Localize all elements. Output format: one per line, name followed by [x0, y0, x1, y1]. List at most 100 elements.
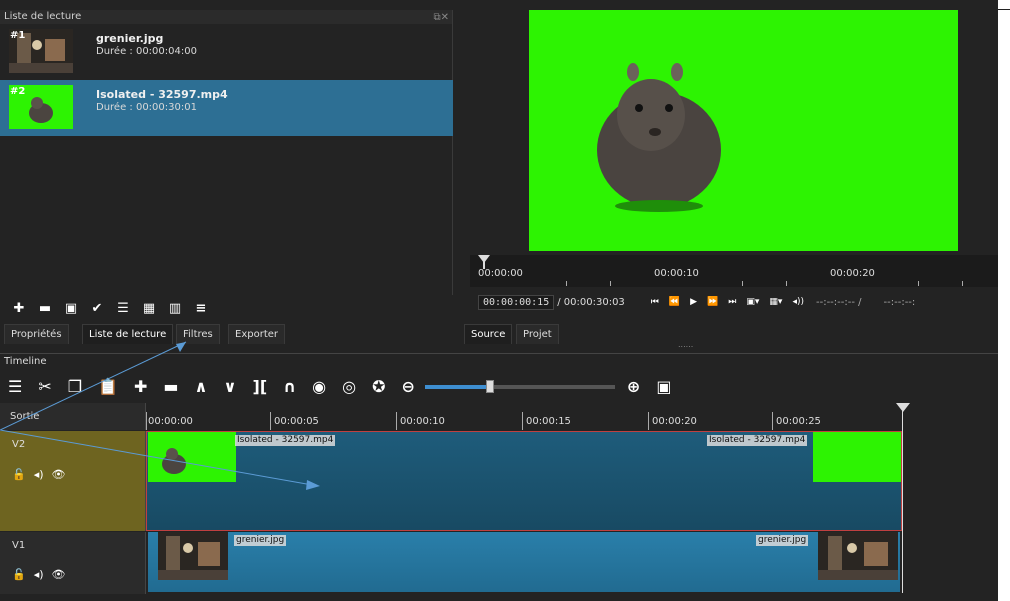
- playlist-item-number: #1: [10, 30, 26, 41]
- viewer-tabs: Source Projet ......: [460, 322, 998, 349]
- output-label: Sortie: [10, 411, 40, 422]
- viewer-controls: 00:00:00:15 / 00:00:30:03 ⏮ ⏪ ▶ ⏩ ⏭ ▣▾ ▦…: [470, 290, 998, 314]
- playlist-item-duration: Durée : 00:00:30:01: [96, 102, 197, 113]
- volume-icon[interactable]: ◂)): [792, 297, 804, 307]
- tab-filters[interactable]: Filtres: [176, 324, 220, 344]
- app-window: Liste de lecture ⧉✕ #1 grenier.jpg Durée…: [0, 0, 998, 601]
- plus-icon[interactable]: ✚: [10, 300, 28, 318]
- track-v2-header[interactable]: V2 🔓 ◂) 👁: [0, 431, 146, 531]
- append-icon[interactable]: ✚: [134, 372, 147, 402]
- lock-icon[interactable]: 🔓: [12, 468, 26, 481]
- menu-icon[interactable]: ≡: [192, 300, 210, 318]
- playlist-item-number: #2: [10, 86, 26, 97]
- copy-icon[interactable]: ❐: [68, 372, 82, 402]
- tab-source[interactable]: Source: [464, 324, 513, 344]
- playlist-item-duration: Durée : 00:00:04:00: [96, 46, 197, 57]
- remove-icon[interactable]: ▬: [163, 372, 178, 402]
- zoom-slider-handle[interactable]: [485, 380, 494, 393]
- green-screen-frame: [529, 10, 958, 251]
- video-viewer[interactable]: [470, 10, 998, 255]
- left-tabs: Propriétés Liste de lecture Filtres Expo…: [0, 322, 453, 344]
- grid-icon[interactable]: ▦▾: [769, 297, 782, 307]
- ripple-all-icon[interactable]: ✪: [372, 372, 385, 402]
- lift-icon[interactable]: ∧: [195, 372, 208, 402]
- timeline-ruler[interactable]: 00:00:00 00:00:05 00:00:10 00:00:15 00:0…: [146, 403, 998, 430]
- in-out-time: --:--:--:-- /: [815, 296, 862, 308]
- eye-icon[interactable]: 👁: [52, 468, 66, 481]
- viewer-ruler-label: 00:00:00: [478, 268, 523, 279]
- replace-icon[interactable]: ▣: [62, 300, 80, 318]
- playlist-title-bar: Liste de lecture ⧉✕: [0, 10, 452, 24]
- playlist-toolbar: ✚ ▬ ▣ ✔ ☰ ▦ ▥ ≡: [0, 296, 453, 322]
- zoom-fit-icon[interactable]: ▣: [656, 372, 671, 402]
- guinea-pig-image: [529, 10, 958, 251]
- ruler-label: 00:00:10: [400, 416, 445, 427]
- overwrite-icon[interactable]: ∨: [224, 372, 237, 402]
- clip-start-thumbnail: [158, 532, 228, 580]
- tab-export[interactable]: Exporter: [228, 324, 285, 344]
- clip-label-right: grenier.jpg: [756, 535, 809, 546]
- play-icon[interactable]: ▶: [690, 297, 697, 307]
- skip-start-icon[interactable]: ⏮: [651, 297, 659, 307]
- grid-view-icon[interactable]: ▦: [140, 300, 158, 318]
- tab-playlist[interactable]: Liste de lecture: [82, 324, 174, 344]
- window-edge: [998, 9, 1010, 10]
- clip-label-right: Isolated - 32597.mp4: [707, 435, 808, 446]
- clip-label-left: Isolated - 32597.mp4: [235, 435, 336, 446]
- tiles-view-icon[interactable]: ▥: [166, 300, 184, 318]
- ruler-label: 00:00:00: [148, 416, 193, 427]
- eye-icon[interactable]: 👁: [52, 568, 66, 581]
- ruler-label: 00:00:25: [776, 416, 821, 427]
- ripple-icon[interactable]: ◎: [342, 372, 356, 402]
- zoom-slider[interactable]: [424, 380, 615, 393]
- fullscreen-icon[interactable]: ▣▾: [746, 297, 759, 307]
- playhead-handle[interactable]: [896, 403, 910, 412]
- clip-start-thumbnail: [148, 432, 236, 482]
- mute-icon[interactable]: ◂): [34, 468, 44, 481]
- ruler-label: 00:00:05: [274, 416, 319, 427]
- check-icon[interactable]: ✔: [88, 300, 106, 318]
- timeline-toolbar: ☰ ✂ ❐ 📋 ✚ ▬ ∧ ∨ ][ ∩ ◉ ◎ ✪ ⊖ ⊕ ▣: [0, 372, 998, 402]
- cut-icon[interactable]: ✂: [38, 372, 51, 402]
- minus-icon[interactable]: ▬: [36, 300, 54, 318]
- playlist-item-1[interactable]: #1 grenier.jpg Durée : 00:00:04:00: [0, 24, 453, 80]
- ruler-label: 00:00:20: [652, 416, 697, 427]
- playlist-item-name: Isolated - 32597.mp4: [96, 88, 228, 101]
- clip-end-thumbnail: [813, 432, 901, 482]
- current-time-field[interactable]: 00:00:00:15: [478, 294, 555, 310]
- tab-project[interactable]: Projet: [516, 324, 559, 344]
- snap-icon[interactable]: ∩: [283, 372, 296, 402]
- timeline-output-header: Sortie: [0, 403, 146, 430]
- track-v1-header[interactable]: V1 🔓 ◂) 👁: [0, 532, 146, 594]
- menu-icon[interactable]: ☰: [8, 372, 22, 402]
- lock-icon[interactable]: 🔓: [12, 568, 26, 581]
- float-close-icons[interactable]: ⧉✕: [433, 11, 449, 25]
- playlist-item-2[interactable]: #2 Isolated - 32597.mp4 Durée : 00:00:30…: [0, 80, 453, 136]
- in-out-time-2: --:--:--:: [883, 296, 916, 308]
- clip-end-thumbnail: [818, 532, 898, 580]
- viewer-ruler-label: 00:00:10: [654, 268, 699, 279]
- skip-end-icon[interactable]: ⏭: [728, 297, 736, 307]
- timeline-title: Timeline: [0, 353, 998, 369]
- track-name: V1: [12, 540, 26, 551]
- total-time: / 00:00:30:03: [557, 296, 625, 308]
- track-name: V2: [12, 439, 26, 450]
- splitter-dots[interactable]: ......: [678, 340, 693, 349]
- scrub-icon[interactable]: ◉: [312, 372, 326, 402]
- clip-grenier[interactable]: grenier.jpg grenier.jpg: [148, 532, 900, 592]
- rewind-icon[interactable]: ⏪: [669, 297, 680, 307]
- playlist-panel: Liste de lecture ⧉✕ #1 grenier.jpg Durée…: [0, 10, 453, 295]
- clip-label-left: grenier.jpg: [234, 535, 287, 546]
- tab-properties[interactable]: Propriétés: [4, 324, 69, 344]
- mute-icon[interactable]: ◂): [34, 568, 44, 581]
- zoom-in-icon[interactable]: ⊕: [627, 372, 640, 402]
- viewer-ruler-label: 00:00:20: [830, 268, 875, 279]
- fast-forward-icon[interactable]: ⏩: [707, 297, 718, 307]
- list-view-icon[interactable]: ☰: [114, 300, 132, 318]
- playhead-line[interactable]: [902, 403, 903, 593]
- paste-icon[interactable]: 📋: [98, 372, 118, 402]
- clip-isolated[interactable]: Isolated - 32597.mp4 Isolated - 32597.mp…: [146, 431, 902, 531]
- split-icon[interactable]: ][: [253, 372, 268, 402]
- viewer-ruler[interactable]: 00:00:00 00:00:10 00:00:20: [470, 255, 998, 287]
- zoom-out-icon[interactable]: ⊖: [402, 372, 415, 402]
